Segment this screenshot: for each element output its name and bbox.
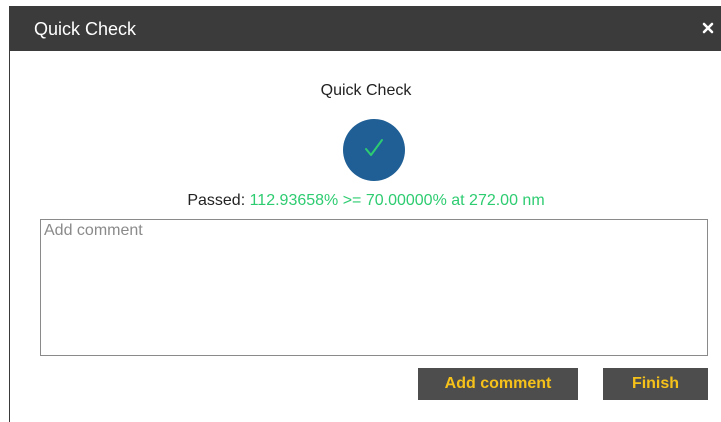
add-comment-button[interactable]: Add comment — [418, 368, 578, 400]
finish-button[interactable]: Finish — [603, 368, 708, 400]
comment-textarea[interactable] — [40, 219, 708, 356]
dialog-title: Quick Check — [34, 19, 137, 39]
result-value: 112.93658% >= 70.00000% at 272.00 nm — [249, 192, 545, 209]
close-icon[interactable] — [700, 20, 716, 36]
check-heading: Quick Check — [320, 82, 412, 99]
quick-check-dialog: Quick Check Quick Check Passed: 112.9365… — [9, 6, 721, 422]
result-label: Passed: — [187, 192, 246, 209]
dialog-titlebar: Quick Check — [10, 6, 721, 51]
checkmark-icon — [361, 135, 387, 166]
status-badge — [343, 119, 405, 181]
result-line: Passed: 112.93658% >= 70.00000% at 272.0… — [10, 192, 721, 210]
